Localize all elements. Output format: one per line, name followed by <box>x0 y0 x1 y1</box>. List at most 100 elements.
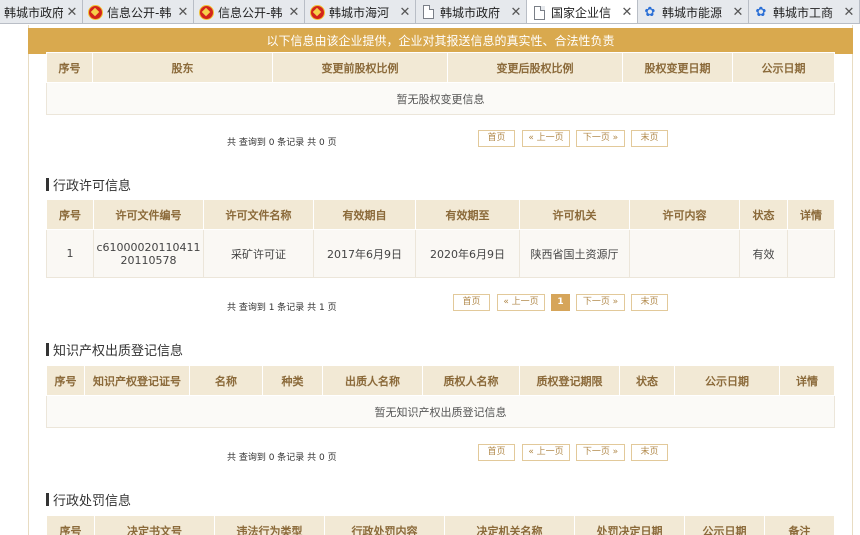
col-header: 状态 <box>739 199 788 230</box>
browser-tab-bar: 韩城市政府 ✕ 信息公开-韩 ✕ 信息公开-韩 ✕ 韩城市海河 ✕ 韩城市政府 ✕ 国家企业信 ✕ ✿ 韩… <box>0 0 860 24</box>
tab-label: 信息公开-韩 <box>107 5 172 20</box>
col-header: 有效期自 <box>313 199 416 230</box>
col-header: 处罚决定日期 <box>574 515 685 535</box>
empty-message: 暂无股权变更信息 <box>46 82 835 115</box>
col-header: 名称 <box>189 365 263 396</box>
prev-page-button[interactable]: « 上一页 <box>522 444 570 461</box>
section-title-text: 知识产权出质登记信息 <box>53 344 184 359</box>
table-row: 1 c610000201104​11 20110578 采矿许可证 2017年6… <box>46 229 835 278</box>
paw-icon: ✿ <box>755 4 767 20</box>
col-header: 详情 <box>779 365 835 396</box>
col-header: 有效期至 <box>415 199 520 230</box>
close-icon[interactable]: ✕ <box>66 5 78 20</box>
record-summary: 共 查询到 1 条记录 共 1 页 <box>227 303 337 313</box>
tab-label: 韩城市工商 <box>773 5 834 20</box>
col-header: 行政处罚内容 <box>324 515 445 535</box>
ip-pledge-table: 序号 知识产权登记证号 名称 种类 出质人名称 质权人名称 质权登记期限 状态 … <box>46 365 835 428</box>
browser-tab[interactable]: 韩城市海河 ✕ <box>305 0 416 23</box>
last-page-button[interactable]: 末页 <box>631 444 668 461</box>
section-title-text: 行政处罚信息 <box>53 494 132 509</box>
col-header: 决定机关名称 <box>444 515 575 535</box>
close-icon[interactable]: ✕ <box>843 5 855 20</box>
close-icon[interactable]: ✕ <box>621 5 633 20</box>
col-header: 许可机关 <box>519 199 630 230</box>
section-title-text: 行政许可信息 <box>53 179 132 194</box>
browser-tab[interactable]: 韩城市政府 ✕ <box>0 0 83 23</box>
prev-page-button[interactable]: « 上一页 <box>522 130 570 147</box>
close-icon[interactable]: ✕ <box>510 5 522 20</box>
col-header: 详情 <box>787 199 835 230</box>
tab-label: 韩城市政府 <box>440 5 501 20</box>
prev-page-button[interactable]: « 上一页 <box>497 294 545 311</box>
admin-license-table: 序号 许可文件编号 许可文件名称 有效期自 有效期至 许可机关 许可内容 状态 … <box>46 199 835 278</box>
col-header: 备注 <box>764 515 835 535</box>
cell-valid-to: 2020年6月9日 <box>415 229 520 278</box>
cell-valid-from: 2017年6月9日 <box>313 229 416 278</box>
first-page-button[interactable]: 首页 <box>478 444 515 461</box>
col-header: 公示日期 <box>732 52 835 83</box>
browser-tab[interactable]: ✿ 韩城市能源 ✕ <box>638 0 749 23</box>
col-header: 许可文件编号 <box>93 199 204 230</box>
close-icon[interactable]: ✕ <box>288 5 300 20</box>
col-header: 许可内容 <box>629 199 740 230</box>
cell-license-name: 采矿许可证 <box>203 229 314 278</box>
cell-authority: 陕西省国土资源厅 <box>519 229 630 278</box>
col-header: 状态 <box>619 365 675 396</box>
first-page-button[interactable]: 首页 <box>478 130 515 147</box>
browser-tab[interactable]: 国家企业信 ✕ <box>527 0 638 23</box>
col-header: 许可文件名称 <box>203 199 314 230</box>
col-header: 出质人名称 <box>322 365 423 396</box>
license-code-line2: 20110578 <box>120 253 177 267</box>
record-summary: 共 查询到 0 条记录 共 0 页 <box>227 453 337 463</box>
first-page-button[interactable]: 首页 <box>453 294 490 311</box>
col-header: 决定书文号 <box>94 515 215 535</box>
col-header: 质权人名称 <box>422 365 520 396</box>
section-title-ip-pledge: 知识产权出质登记信息 <box>46 340 183 359</box>
col-header: 股权变更日期 <box>622 52 733 83</box>
tab-label: 国家企业信 <box>551 6 612 20</box>
col-header: 公示日期 <box>674 365 780 396</box>
tab-label: 韩城市政府 <box>4 5 63 20</box>
col-header: 违法行为类型 <box>214 515 325 535</box>
close-icon[interactable]: ✕ <box>399 5 411 20</box>
browser-tab[interactable]: ✿ 韩城市工商 ✕ <box>749 0 860 23</box>
admin-penalty-table: 序号 决定书文号 违法行为类型 行政处罚内容 决定机关名称 处罚决定日期 公示日… <box>46 515 835 535</box>
next-page-button[interactable]: 下一页 » <box>576 294 625 311</box>
col-header: 质权登记期限 <box>519 365 620 396</box>
record-summary: 共 查询到 0 条记录 共 0 页 <box>227 138 337 148</box>
col-header: 序号 <box>46 365 85 396</box>
close-icon[interactable]: ✕ <box>177 5 189 20</box>
cell-detail[interactable] <box>787 229 835 278</box>
cell-content <box>629 229 740 278</box>
last-page-button[interactable]: 末页 <box>631 130 668 147</box>
col-header: 股东 <box>92 52 273 83</box>
section-title-admin-license: 行政许可信息 <box>46 175 131 194</box>
last-page-button[interactable]: 末页 <box>631 294 668 311</box>
section-bar <box>46 178 49 191</box>
browser-tab[interactable]: 信息公开-韩 ✕ <box>194 0 305 23</box>
col-header: 公示日期 <box>684 515 765 535</box>
col-header: 变更后股权比例 <box>447 52 623 83</box>
next-page-button[interactable]: 下一页 » <box>576 444 625 461</box>
emblem-icon <box>87 4 103 20</box>
browser-tab[interactable]: 信息公开-韩 ✕ <box>83 0 194 23</box>
col-header: 序号 <box>46 52 93 83</box>
doc-icon <box>531 5 547 21</box>
section-bar <box>46 343 49 356</box>
paw-icon: ✿ <box>644 4 656 20</box>
tab-label: 韩城市能源 <box>662 5 723 20</box>
col-header: 序号 <box>46 199 94 230</box>
section-title-admin-penalty: 行政处罚信息 <box>46 490 131 509</box>
disclaimer-notice: 以下信息由该企业提供，企业对其报送信息的真实性、合法性负责 <box>28 28 853 54</box>
col-header: 知识产权登记证号 <box>84 365 190 396</box>
col-header: 种类 <box>262 365 323 396</box>
cell-license-code: c610000201104​11 20110578 <box>93 229 204 278</box>
browser-tab[interactable]: 韩城市政府 ✕ <box>416 0 527 23</box>
equity-change-table: 序号 股东 变更前股权比例 变更后股权比例 股权变更日期 公示日期 暂无股权变更… <box>46 52 835 115</box>
next-page-button[interactable]: 下一页 » <box>576 130 625 147</box>
tab-label: 韩城市海河 <box>329 5 390 20</box>
emblem-icon <box>309 4 325 20</box>
license-code-line1: c610000201104​11 <box>96 240 201 254</box>
close-icon[interactable]: ✕ <box>732 5 744 20</box>
page-1-button[interactable]: 1 <box>551 294 570 311</box>
